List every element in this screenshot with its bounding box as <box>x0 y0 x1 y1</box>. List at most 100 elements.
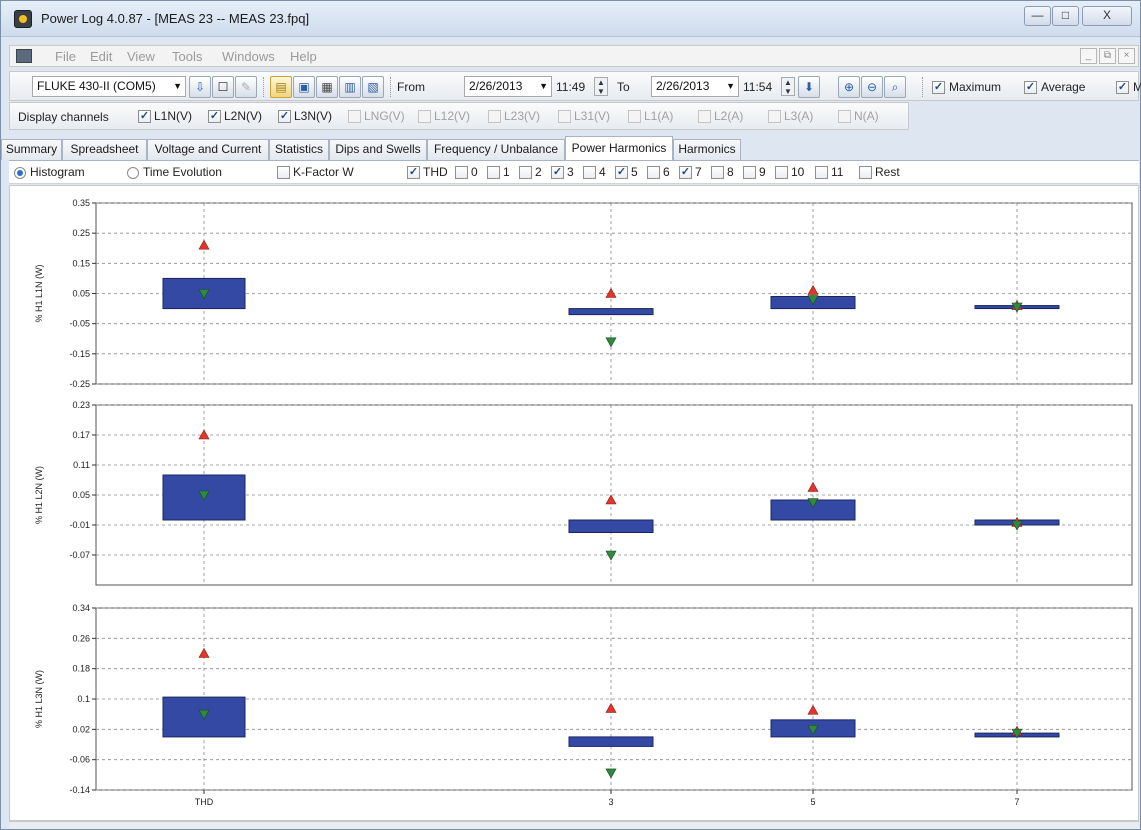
average-label: Average <box>1041 80 1086 94</box>
tab-voltage-and-current[interactable]: Voltage and Current <box>147 139 269 160</box>
print-icon[interactable]: ▦ <box>316 76 338 98</box>
harmonic-checkbox[interactable] <box>711 166 724 179</box>
close-button[interactable]: X <box>1082 6 1132 26</box>
harmonic-label: THD <box>423 165 448 179</box>
menu-view[interactable]: View <box>127 49 155 64</box>
y-tick-label: 0.35 <box>72 198 90 208</box>
mdi-minimize-button[interactable]: _ <box>1080 48 1097 64</box>
to-time-value[interactable]: 11:54 <box>743 80 772 94</box>
harmonic-checkbox[interactable]: ✓ <box>551 166 564 179</box>
tab-power-harmonics[interactable]: Power Harmonics <box>565 136 673 160</box>
x-tick-label: 7 <box>1014 797 1019 807</box>
y-tick-label: 0.17 <box>72 430 90 440</box>
channel-checkbox[interactable] <box>628 110 641 123</box>
kfactor-checkbox[interactable] <box>277 166 290 179</box>
channel-label: L2N(V) <box>224 109 263 123</box>
histogram-radio[interactable] <box>14 167 26 179</box>
zoom-reset-icon[interactable]: ⌕ <box>884 76 906 98</box>
y-tick-label: 0.05 <box>72 490 90 500</box>
harmonic-checkbox[interactable] <box>487 166 500 179</box>
tab-frequency-unbalance[interactable]: Frequency / Unbalance <box>427 139 565 160</box>
y-tick-label: 0.11 <box>73 460 90 470</box>
chevron-down-icon: ▼ <box>173 81 182 91</box>
harmonic-checkbox[interactable]: ✓ <box>407 166 420 179</box>
app-window: Power Log 4.0.87 - [MEAS 23 -- MEAS 23.f… <box>0 0 1141 830</box>
channel-checkbox[interactable]: ✓ <box>278 110 291 123</box>
from-time-spinner[interactable]: ▲ ▼ <box>594 77 608 96</box>
harmonic-checkbox[interactable] <box>815 166 828 179</box>
average-bar <box>568 736 654 747</box>
channel-label: L3N(V) <box>294 109 333 123</box>
minimum-checkbox[interactable]: ✓ <box>1116 81 1129 94</box>
device-select[interactable]: FLUKE 430-II (COM5) ▼ <box>32 76 186 97</box>
channel-label: L12(V) <box>434 109 471 123</box>
mdi-close-button[interactable]: × <box>1118 48 1135 64</box>
harmonic-checkbox[interactable] <box>647 166 660 179</box>
from-date-value: 2/26/2013 <box>469 79 523 93</box>
harmonic-label: 7 <box>695 165 702 179</box>
tab-harmonics[interactable]: Harmonics <box>673 139 741 160</box>
zoom-in-icon[interactable]: ⊕ <box>838 76 860 98</box>
to-time-spinner[interactable]: ▲ ▼ <box>781 77 795 96</box>
x-tick-label: 5 <box>810 797 815 807</box>
zoom-out-icon[interactable]: ⊖ <box>861 76 883 98</box>
channel-checkbox[interactable] <box>838 110 851 123</box>
harmonic-checkbox[interactable]: ✓ <box>615 166 628 179</box>
menu-windows[interactable]: Windows <box>222 49 275 64</box>
minimize-button[interactable]: — <box>1024 6 1051 26</box>
tab-statistics[interactable]: Statistics <box>269 139 329 160</box>
from-label: From <box>397 80 425 94</box>
harmonic-label: 8 <box>727 165 734 179</box>
harmonic-checkbox[interactable]: ✓ <box>679 166 692 179</box>
harmonic-checkbox[interactable] <box>743 166 756 179</box>
blank-page-icon[interactable]: ☐ <box>212 76 234 98</box>
y-tick-label: 0.1 <box>77 694 90 704</box>
maximum-checkbox[interactable]: ✓ <box>932 81 945 94</box>
download-icon[interactable]: ⇩ <box>189 76 211 98</box>
channel-checkbox[interactable] <box>488 110 501 123</box>
y-axis-label: % H1 L3N (W) <box>34 670 44 728</box>
channel-checkbox[interactable] <box>418 110 431 123</box>
channel-checkbox[interactable] <box>768 110 781 123</box>
harmonic-label: Rest <box>875 165 900 179</box>
menu-bar: File Edit View Tools Windows Help _ ⧉ × <box>9 45 1139 67</box>
harmonic-checkbox[interactable] <box>455 166 468 179</box>
menu-help[interactable]: Help <box>290 49 317 64</box>
tab-spreadsheet[interactable]: Spreadsheet <box>62 139 147 160</box>
channel-checkbox[interactable] <box>348 110 361 123</box>
channel-checkbox[interactable] <box>698 110 711 123</box>
save-icon[interactable]: ▣ <box>293 76 315 98</box>
mdi-restore-button[interactable]: ⧉ <box>1099 48 1116 64</box>
tab-summary[interactable]: Summary <box>1 139 62 160</box>
harmonic-label: 11 <box>831 165 844 179</box>
to-date-picker[interactable]: 2/26/2013 ▼ <box>651 76 739 97</box>
tab-dips-and-swells[interactable]: Dips and Swells <box>329 139 427 160</box>
histogram-label: Histogram <box>30 165 85 179</box>
menu-tools[interactable]: Tools <box>172 49 202 64</box>
channel-checkbox[interactable]: ✓ <box>138 110 151 123</box>
maximize-button[interactable]: □ <box>1052 6 1079 26</box>
translate-icon[interactable]: ✎ <box>235 76 257 98</box>
y-tick-label: 0.34 <box>72 603 90 613</box>
open-folder-icon[interactable]: ▤ <box>270 76 292 98</box>
apply-arrow-icon[interactable]: ⬇ <box>798 76 820 98</box>
menu-edit[interactable]: Edit <box>90 49 112 64</box>
document-icon[interactable] <box>16 49 32 63</box>
y-tick-label: 0.26 <box>72 633 90 643</box>
from-time-value[interactable]: 11:49 <box>556 80 585 94</box>
harmonic-checkbox[interactable] <box>519 166 532 179</box>
export-icon[interactable]: ▥ <box>339 76 361 98</box>
channel-checkbox[interactable] <box>558 110 571 123</box>
report-icon[interactable]: ▧ <box>362 76 384 98</box>
channel-checkbox[interactable]: ✓ <box>208 110 221 123</box>
chevron-down-icon: ▼ <box>726 81 735 91</box>
harmonic-checkbox[interactable] <box>775 166 788 179</box>
menu-file[interactable]: File <box>55 49 76 64</box>
harmonic-checkbox[interactable] <box>859 166 872 179</box>
channel-label: L3(A) <box>784 109 814 123</box>
from-date-picker[interactable]: 2/26/2013 ▼ <box>464 76 552 97</box>
time-evolution-radio[interactable] <box>127 167 139 179</box>
average-checkbox[interactable]: ✓ <box>1024 81 1037 94</box>
harmonic-checkbox[interactable] <box>583 166 596 179</box>
y-tick-label: -0.25 <box>69 379 90 389</box>
